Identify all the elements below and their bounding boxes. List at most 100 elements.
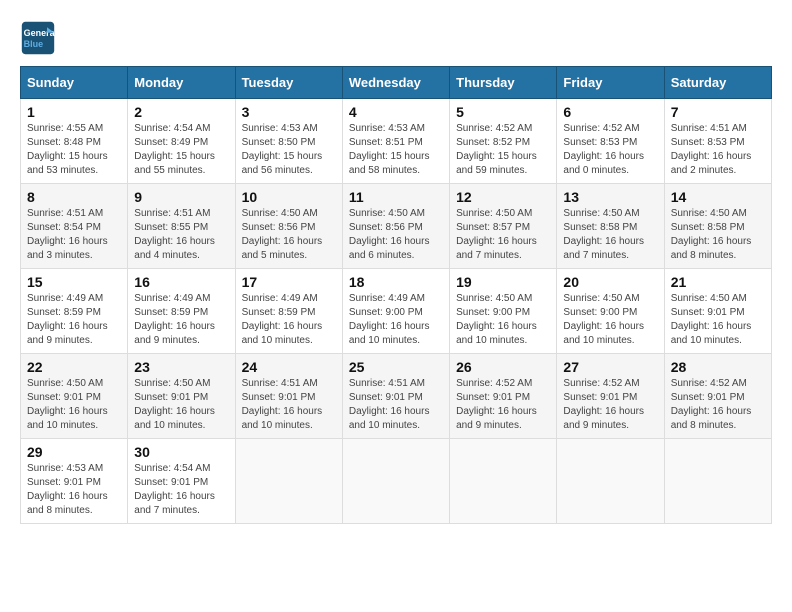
calendar-cell: 5 Sunrise: 4:52 AM Sunset: 8:52 PM Daylig…	[450, 99, 557, 184]
calendar-cell	[342, 439, 449, 524]
cell-info-text: Sunrise: 4:52 AM Sunset: 9:01 PM Dayligh…	[671, 377, 765, 433]
cell-info-text: Sunrise: 4:49 AM Sunset: 9:00 PM Dayligh…	[349, 292, 443, 348]
cell-day-number: 29	[27, 444, 121, 460]
cell-day-number: 24	[242, 359, 336, 375]
calendar-cell: 16 Sunrise: 4:49 AM Sunset: 8:59 PM Dayli…	[128, 269, 235, 354]
cell-day-number: 26	[456, 359, 550, 375]
cell-info-text: Sunrise: 4:50 AM Sunset: 8:56 PM Dayligh…	[242, 207, 336, 263]
cell-day-number: 6	[563, 104, 657, 120]
cell-day-number: 11	[349, 189, 443, 205]
cell-info-text: Sunrise: 4:50 AM Sunset: 8:57 PM Dayligh…	[456, 207, 550, 263]
cell-day-number: 9	[134, 189, 228, 205]
calendar-cell: 2 Sunrise: 4:54 AM Sunset: 8:49 PM Daylig…	[128, 99, 235, 184]
svg-text:General: General	[24, 28, 56, 38]
calendar-week-row: 22 Sunrise: 4:50 AM Sunset: 9:01 PM Dayli…	[21, 354, 772, 439]
calendar-cell: 22 Sunrise: 4:50 AM Sunset: 9:01 PM Dayli…	[21, 354, 128, 439]
calendar-cell: 28 Sunrise: 4:52 AM Sunset: 9:01 PM Dayli…	[664, 354, 771, 439]
calendar-cell	[664, 439, 771, 524]
cell-info-text: Sunrise: 4:50 AM Sunset: 9:00 PM Dayligh…	[563, 292, 657, 348]
cell-day-number: 2	[134, 104, 228, 120]
col-header-saturday: Saturday	[664, 67, 771, 99]
cell-day-number: 20	[563, 274, 657, 290]
calendar-cell	[235, 439, 342, 524]
cell-info-text: Sunrise: 4:51 AM Sunset: 9:01 PM Dayligh…	[242, 377, 336, 433]
calendar-cell: 30 Sunrise: 4:54 AM Sunset: 9:01 PM Dayli…	[128, 439, 235, 524]
cell-info-text: Sunrise: 4:51 AM Sunset: 8:54 PM Dayligh…	[27, 207, 121, 263]
cell-day-number: 13	[563, 189, 657, 205]
cell-day-number: 16	[134, 274, 228, 290]
cell-day-number: 22	[27, 359, 121, 375]
cell-info-text: Sunrise: 4:51 AM Sunset: 8:53 PM Dayligh…	[671, 122, 765, 178]
calendar-cell: 9 Sunrise: 4:51 AM Sunset: 8:55 PM Daylig…	[128, 184, 235, 269]
cell-info-text: Sunrise: 4:49 AM Sunset: 8:59 PM Dayligh…	[242, 292, 336, 348]
calendar-header-row: SundayMondayTuesdayWednesdayThursdayFrid…	[21, 67, 772, 99]
calendar-cell: 15Sunrise: 4:49 AM Sunset: 8:59 PM Dayli…	[21, 269, 128, 354]
calendar-cell: 24 Sunrise: 4:51 AM Sunset: 9:01 PM Dayli…	[235, 354, 342, 439]
calendar-cell: 29 Sunrise: 4:53 AM Sunset: 9:01 PM Dayli…	[21, 439, 128, 524]
calendar-cell: 3 Sunrise: 4:53 AM Sunset: 8:50 PM Daylig…	[235, 99, 342, 184]
calendar-cell: 10 Sunrise: 4:50 AM Sunset: 8:56 PM Dayli…	[235, 184, 342, 269]
calendar-cell: 6 Sunrise: 4:52 AM Sunset: 8:53 PM Daylig…	[557, 99, 664, 184]
calendar-cell: 17 Sunrise: 4:49 AM Sunset: 8:59 PM Dayli…	[235, 269, 342, 354]
calendar-cell: 20 Sunrise: 4:50 AM Sunset: 9:00 PM Dayli…	[557, 269, 664, 354]
calendar-week-row: 15Sunrise: 4:49 AM Sunset: 8:59 PM Dayli…	[21, 269, 772, 354]
cell-info-text: Sunrise: 4:53 AM Sunset: 9:01 PM Dayligh…	[27, 462, 121, 518]
cell-info-text: Sunrise: 4:49 AM Sunset: 8:59 PM Dayligh…	[134, 292, 228, 348]
cell-day-number: 30	[134, 444, 228, 460]
cell-day-number: 1	[27, 104, 121, 120]
cell-info-text: Sunrise: 4:52 AM Sunset: 9:01 PM Dayligh…	[456, 377, 550, 433]
calendar-cell: 21Sunrise: 4:50 AM Sunset: 9:01 PM Dayli…	[664, 269, 771, 354]
cell-day-number: 4	[349, 104, 443, 120]
cell-info-text: Sunrise: 4:50 AM Sunset: 9:01 PM Dayligh…	[27, 377, 121, 433]
calendar-cell: 8 Sunrise: 4:51 AM Sunset: 8:54 PM Daylig…	[21, 184, 128, 269]
calendar-cell: 25 Sunrise: 4:51 AM Sunset: 9:01 PM Dayli…	[342, 354, 449, 439]
cell-day-number: 21	[671, 274, 765, 290]
cell-day-number: 25	[349, 359, 443, 375]
cell-info-text: Sunrise: 4:53 AM Sunset: 8:51 PM Dayligh…	[349, 122, 443, 178]
cell-info-text: Sunrise: 4:51 AM Sunset: 9:01 PM Dayligh…	[349, 377, 443, 433]
calendar-cell	[450, 439, 557, 524]
calendar-week-row: 29 Sunrise: 4:53 AM Sunset: 9:01 PM Dayli…	[21, 439, 772, 524]
cell-day-number: 19	[456, 274, 550, 290]
cell-info-text: Sunrise: 4:54 AM Sunset: 9:01 PM Dayligh…	[134, 462, 228, 518]
calendar-cell: 27Sunrise: 4:52 AM Sunset: 9:01 PM Dayli…	[557, 354, 664, 439]
col-header-sunday: Sunday	[21, 67, 128, 99]
cell-info-text: Sunrise: 4:55 AM Sunset: 8:48 PM Dayligh…	[27, 122, 121, 178]
calendar-body: 1 Sunrise: 4:55 AM Sunset: 8:48 PM Daylig…	[21, 99, 772, 524]
logo-icon: General Blue	[20, 20, 56, 56]
calendar-week-row: 1 Sunrise: 4:55 AM Sunset: 8:48 PM Daylig…	[21, 99, 772, 184]
calendar-week-row: 8 Sunrise: 4:51 AM Sunset: 8:54 PM Daylig…	[21, 184, 772, 269]
cell-day-number: 8	[27, 189, 121, 205]
calendar-cell: 14 Sunrise: 4:50 AM Sunset: 8:58 PM Dayli…	[664, 184, 771, 269]
calendar-cell: 4 Sunrise: 4:53 AM Sunset: 8:51 PM Daylig…	[342, 99, 449, 184]
calendar-cell: 23Sunrise: 4:50 AM Sunset: 9:01 PM Dayli…	[128, 354, 235, 439]
cell-info-text: Sunrise: 4:51 AM Sunset: 8:55 PM Dayligh…	[134, 207, 228, 263]
cell-day-number: 14	[671, 189, 765, 205]
calendar-cell: 26 Sunrise: 4:52 AM Sunset: 9:01 PM Dayli…	[450, 354, 557, 439]
cell-day-number: 23	[134, 359, 228, 375]
cell-info-text: Sunrise: 4:52 AM Sunset: 8:52 PM Dayligh…	[456, 122, 550, 178]
cell-info-text: Sunrise: 4:54 AM Sunset: 8:49 PM Dayligh…	[134, 122, 228, 178]
cell-day-number: 28	[671, 359, 765, 375]
cell-day-number: 3	[242, 104, 336, 120]
cell-info-text: Sunrise: 4:53 AM Sunset: 8:50 PM Dayligh…	[242, 122, 336, 178]
svg-text:Blue: Blue	[24, 39, 44, 49]
calendar-cell	[557, 439, 664, 524]
cell-info-text: Sunrise: 4:52 AM Sunset: 8:53 PM Dayligh…	[563, 122, 657, 178]
cell-info-text: Sunrise: 4:49 AM Sunset: 8:59 PM Dayligh…	[27, 292, 121, 348]
col-header-thursday: Thursday	[450, 67, 557, 99]
cell-info-text: Sunrise: 4:50 AM Sunset: 9:00 PM Dayligh…	[456, 292, 550, 348]
cell-day-number: 5	[456, 104, 550, 120]
cell-day-number: 12	[456, 189, 550, 205]
cell-day-number: 18	[349, 274, 443, 290]
cell-day-number: 7	[671, 104, 765, 120]
logo: General Blue	[20, 20, 62, 56]
col-header-monday: Monday	[128, 67, 235, 99]
calendar-cell: 18 Sunrise: 4:49 AM Sunset: 9:00 PM Dayli…	[342, 269, 449, 354]
col-header-tuesday: Tuesday	[235, 67, 342, 99]
cell-info-text: Sunrise: 4:50 AM Sunset: 8:58 PM Dayligh…	[671, 207, 765, 263]
cell-day-number: 17	[242, 274, 336, 290]
calendar-cell: 7 Sunrise: 4:51 AM Sunset: 8:53 PM Daylig…	[664, 99, 771, 184]
calendar-cell: 13Sunrise: 4:50 AM Sunset: 8:58 PM Dayli…	[557, 184, 664, 269]
cell-day-number: 10	[242, 189, 336, 205]
